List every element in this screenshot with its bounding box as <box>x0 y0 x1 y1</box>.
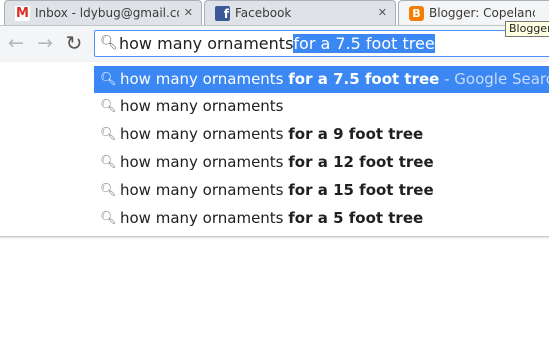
search-icon: 🔍︎ <box>100 183 117 198</box>
suggestion-hint: - Google Search <box>444 70 549 88</box>
gmail-icon: M <box>15 6 30 21</box>
blogger-icon: B <box>409 6 424 21</box>
search-icon: 🔍︎ <box>100 127 117 142</box>
browser-toolbar: ← → ↻ 🔍︎ how many ornamentsfor a 7.5 foo… <box>0 25 549 62</box>
suggestion-prefix: how many ornaments <box>120 209 284 227</box>
suggestion-prefix: how many ornaments <box>120 70 284 88</box>
suggestion-item[interactable]: 🔍︎ how many ornaments for a 12 foot tree <box>94 149 549 176</box>
tab-tooltip: Blogger <box>505 21 549 37</box>
tab-strip: M Inbox - ldybug@gmail.com ✕ f Facebook … <box>0 0 549 25</box>
search-icon: 🔍︎ <box>100 155 117 170</box>
address-input[interactable]: how many ornamentsfor a 7.5 foot tree <box>119 34 435 54</box>
suggestion-completion: for a 5 foot tree <box>288 209 424 227</box>
suggestion-item[interactable]: 🔍︎ how many ornaments for a 5 foot tree <box>94 205 549 232</box>
back-button[interactable]: ← <box>6 32 26 54</box>
close-icon[interactable]: ✕ <box>184 1 193 25</box>
search-icon: 🔍︎ <box>100 72 117 87</box>
autocomplete-selection: for a 7.5 foot tree <box>293 34 435 53</box>
suggestion-prefix: how many ornaments <box>120 125 284 143</box>
suggestion-completion: for a 9 foot tree <box>288 125 424 143</box>
suggestion-item[interactable]: 🔍︎ how many ornaments <box>94 93 549 120</box>
tab-gmail[interactable]: M Inbox - ldybug@gmail.com ✕ <box>4 0 202 25</box>
typed-text: how many ornaments <box>119 34 294 53</box>
suggestion-prefix: how many ornaments <box>120 181 284 199</box>
suggestion-completion: for a 12 foot tree <box>288 153 434 171</box>
tab-facebook[interactable]: f Facebook ✕ <box>204 0 396 25</box>
close-icon[interactable]: ✕ <box>378 1 387 25</box>
facebook-icon: f <box>215 6 230 21</box>
search-icon: 🔍︎ <box>100 211 117 226</box>
tab-title: Facebook <box>235 6 292 20</box>
suggestion-prefix: how many ornaments <box>120 153 284 171</box>
forward-button[interactable]: → <box>35 32 55 54</box>
search-icon: 🔍︎ <box>100 35 118 51</box>
suggestion-prefix: how many ornaments <box>120 97 284 115</box>
search-icon: 🔍︎ <box>100 99 117 114</box>
tab-title: Inbox - ldybug@gmail.com <box>35 6 179 20</box>
suggestion-completion: for a 7.5 foot tree <box>288 70 440 88</box>
suggestion-completion: for a 15 foot tree <box>288 181 434 199</box>
omnibox-suggestions: 🔍︎ how many ornaments for a 7.5 foot tre… <box>0 62 549 237</box>
suggestion-item[interactable]: 🔍︎ how many ornaments for a 7.5 foot tre… <box>94 66 549 93</box>
address-bar[interactable]: 🔍︎ how many ornamentsfor a 7.5 foot tree <box>94 30 549 57</box>
reload-button[interactable]: ↻ <box>64 32 84 54</box>
suggestion-item[interactable]: 🔍︎ how many ornaments for a 15 foot tree <box>94 177 549 204</box>
suggestion-item[interactable]: 🔍︎ how many ornaments for a 9 foot tree <box>94 121 549 148</box>
